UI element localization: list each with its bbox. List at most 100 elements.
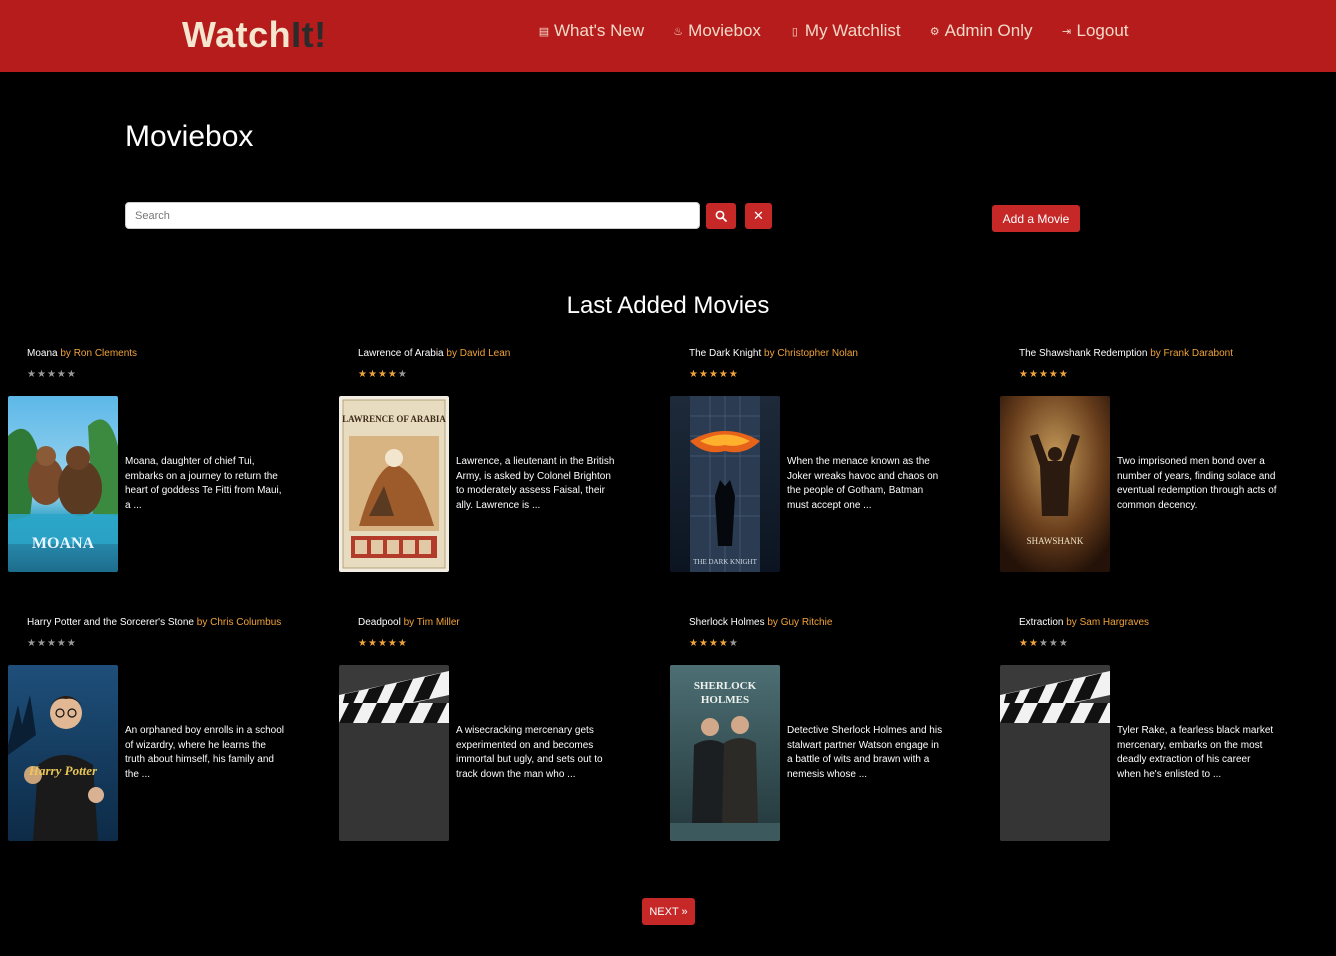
- clear-search-button[interactable]: ✕: [745, 203, 772, 229]
- harry-potter-poster[interactable]: Harry Potter: [8, 665, 118, 841]
- movie-title[interactable]: The Shawshank Redemption by Frank Darabo…: [1019, 348, 1233, 359]
- star-icon: ★: [689, 638, 698, 649]
- star-icon: ★: [46, 638, 56, 649]
- lawrence-poster[interactable]: LAWRENCE OF ARABIA: [339, 396, 449, 572]
- sherlock-poster[interactable]: SHERLOCK HOLMES: [670, 665, 780, 841]
- movie-director: by Ron Clements: [60, 348, 138, 359]
- star-icon: ★: [36, 369, 46, 380]
- star-icon: ★: [27, 369, 36, 380]
- star-icon: ★: [377, 369, 387, 380]
- star-rating: ★ ★ ★ ★ ★: [689, 370, 738, 380]
- nav-item-moviebox[interactable]: ♨ Moviebox: [672, 21, 761, 41]
- movie-description: A wisecracking mercenary gets experiment…: [456, 725, 603, 780]
- star-icon: ★: [708, 369, 718, 380]
- nav-item-my-watchlist[interactable]: ▯ My Watchlist: [789, 21, 901, 41]
- nav-menu: ▤ What's New ♨ Moviebox ▯ My Watchlist ⚙…: [538, 21, 1129, 41]
- svg-text:SHERLOCK: SHERLOCK: [694, 680, 757, 692]
- star-icon: ★: [728, 638, 738, 649]
- clapperboard-placeholder[interactable]: [339, 665, 449, 841]
- star-icon: ★: [367, 638, 377, 649]
- star-icon: ★: [708, 638, 718, 649]
- search-button[interactable]: [706, 203, 736, 229]
- svg-text:MOANA: MOANA: [32, 535, 95, 552]
- brand-logo-part1: Watch: [182, 14, 292, 55]
- star-icon: ★: [358, 638, 367, 649]
- movie-title[interactable]: The Dark Knight by Christopher Nolan: [689, 348, 858, 359]
- nav-item-label: Logout: [1076, 21, 1129, 40]
- next-page-button[interactable]: NEXT »: [642, 898, 695, 925]
- movie-title[interactable]: Lawrence of Arabia by David Lean: [358, 348, 510, 359]
- fire-icon: ♨: [673, 25, 684, 38]
- star-icon: ★: [36, 638, 46, 649]
- star-icon: ★: [718, 638, 728, 649]
- star-icon: ★: [56, 638, 66, 649]
- nav-item-label: Moviebox: [688, 21, 761, 40]
- movie-description: Lawrence, a lieutenant in the British Ar…: [456, 456, 615, 511]
- star-icon: ★: [387, 369, 397, 380]
- nav-item-logout[interactable]: ⇥ Logout: [1061, 21, 1129, 41]
- star-icon: ★: [387, 638, 397, 649]
- moana-poster[interactable]: MOANA: [8, 396, 118, 572]
- star-icon: ★: [377, 638, 387, 649]
- star-icon: ★: [1058, 638, 1068, 649]
- star-icon: ★: [728, 369, 738, 380]
- star-icon: ★: [27, 638, 36, 649]
- navbar: WatchIt! ▤ What's New ♨ Moviebox ▯ My Wa…: [0, 0, 1336, 72]
- section-title: Last Added Movies: [566, 292, 770, 319]
- movie-title[interactable]: Extraction by Sam Hargraves: [1019, 617, 1149, 628]
- brand-logo[interactable]: WatchIt!: [182, 14, 327, 56]
- star-rating: ★ ★ ★ ★ ★: [1019, 370, 1068, 380]
- movie-title-text: Extraction: [1019, 617, 1064, 628]
- star-icon: ★: [1019, 369, 1028, 380]
- star-rating: ★ ★ ★ ★ ★: [358, 370, 407, 380]
- search-icon: [715, 210, 727, 222]
- dark-knight-poster[interactable]: THE DARK KNIGHT: [670, 396, 780, 572]
- svg-text:THE DARK KNIGHT: THE DARK KNIGHT: [693, 558, 757, 566]
- movie-description: Two imprisoned men bond over a number of…: [1117, 456, 1277, 511]
- movie-title[interactable]: Deadpool by Tim Miller: [358, 617, 460, 628]
- star-rating: ★ ★ ★ ★ ★: [27, 370, 76, 380]
- movie-title[interactable]: Harry Potter and the Sorcerer's Stone by…: [27, 617, 281, 628]
- movie-title-text: Lawrence of Arabia: [358, 348, 444, 359]
- clapperboard-placeholder[interactable]: [1000, 665, 1110, 841]
- brand-logo-part2: It!: [291, 14, 327, 55]
- film-icon: ▤: [538, 25, 550, 38]
- svg-text:HOLMES: HOLMES: [701, 694, 749, 706]
- shawshank-poster[interactable]: SHAWSHANK: [1000, 396, 1110, 572]
- search-input[interactable]: [125, 202, 700, 229]
- movie-title-text: Deadpool: [358, 617, 401, 628]
- star-icon: ★: [56, 369, 66, 380]
- movie-director: by David Lean: [446, 348, 511, 359]
- movie-description: An orphaned boy enrolls in a school of w…: [125, 725, 284, 780]
- star-icon: ★: [358, 369, 367, 380]
- movie-title-text: Harry Potter and the Sorcerer's Stone: [27, 617, 194, 628]
- gears-icon: ⚙: [929, 25, 940, 38]
- movie-director: by Tim Miller: [403, 617, 460, 628]
- movie-title-text: The Shawshank Redemption: [1019, 348, 1148, 359]
- star-icon: ★: [718, 369, 728, 380]
- add-movie-button[interactable]: Add a Movie: [992, 205, 1080, 232]
- star-icon: ★: [698, 369, 708, 380]
- star-icon: ★: [1038, 369, 1048, 380]
- nav-item-admin-only[interactable]: ⚙ Admin Only: [929, 21, 1033, 41]
- movie-title[interactable]: Moana by Ron Clements: [27, 348, 137, 359]
- star-rating: ★ ★ ★ ★ ★: [27, 639, 76, 649]
- star-icon: ★: [397, 638, 407, 649]
- movie-description: Tyler Rake, a fearless black market merc…: [1117, 725, 1274, 780]
- star-icon: ★: [1058, 369, 1068, 380]
- star-icon: ★: [66, 369, 76, 380]
- movie-title-text: The Dark Knight: [689, 348, 762, 359]
- movie-director: by Frank Darabont: [1150, 348, 1234, 359]
- nav-item-label: What's New: [554, 21, 645, 40]
- movie-director: by Guy Ritchie: [767, 617, 833, 628]
- star-icon: ★: [689, 369, 698, 380]
- star-icon: ★: [397, 369, 407, 380]
- nav-item-label: My Watchlist: [804, 21, 901, 40]
- movie-title[interactable]: Sherlock Holmes by Guy Ritchie: [689, 617, 832, 628]
- movie-director: by Christopher Nolan: [764, 348, 858, 359]
- movie-director: by Chris Columbus: [196, 617, 282, 628]
- movie-description: Detective Sherlock Holmes and his stalwa…: [787, 725, 943, 780]
- movie-description: Moana, daughter of chief Tui, embarks on…: [125, 456, 282, 511]
- movie-title-text: Moana: [27, 348, 58, 359]
- nav-item-whats-new[interactable]: ▤ What's New: [538, 21, 644, 41]
